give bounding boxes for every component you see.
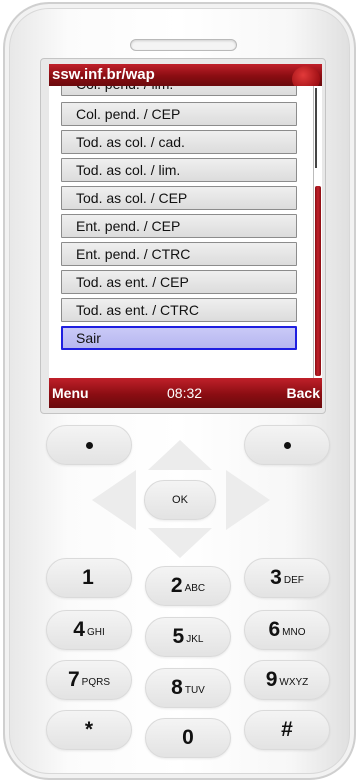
key-digit: 4 xyxy=(73,618,85,641)
ok-button[interactable]: OK xyxy=(144,480,216,520)
nav-up-button[interactable] xyxy=(148,440,212,470)
key-digit: 9 xyxy=(265,668,278,691)
key-letters: TUV xyxy=(184,684,205,696)
menu-list: Col. pend. / lim. Col. pend. / CEP Tod. … xyxy=(49,86,313,378)
menu-item[interactable]: Ent. pend. / CTRC xyxy=(61,242,297,266)
key-digit: 0 xyxy=(182,726,194,749)
menu-item[interactable]: Tod. as col. / lim. xyxy=(61,158,297,182)
key-letters: WXYZ xyxy=(279,676,309,688)
scroll-thumb[interactable] xyxy=(315,186,321,376)
menu-item[interactable]: Tod. as col. / CEP xyxy=(61,186,297,210)
menu-item[interactable]: Ent. pend. / CEP xyxy=(61,214,297,238)
key-3[interactable]: 3 DEF xyxy=(244,558,330,598)
menu-item-selected[interactable]: Sair xyxy=(61,326,297,350)
key-digit: 1 xyxy=(82,566,94,589)
key-2[interactable]: 2 ABC xyxy=(145,566,231,606)
key-5[interactable]: 5 JKL xyxy=(145,617,231,657)
scrollbar[interactable] xyxy=(313,86,322,378)
key-digit: 6 xyxy=(268,618,281,641)
dot-icon xyxy=(283,441,291,449)
key-letters: JKL xyxy=(186,633,204,645)
softkey-bar: Menu 08:32 Back xyxy=(49,378,322,408)
clock: 08:32 xyxy=(167,385,203,401)
key-6[interactable]: 6 MNO xyxy=(244,610,330,650)
key-digit: 3 xyxy=(270,566,282,589)
key-digit: 8 xyxy=(171,676,183,699)
key-0[interactable]: 0 xyxy=(145,718,231,758)
key-9[interactable]: 9 WXYZ xyxy=(244,660,330,700)
left-soft-button[interactable] xyxy=(46,425,132,465)
key-letters: PQRS xyxy=(81,676,111,688)
phone-screen: ssw.inf.br/wap Col. pend. / lim. Col. pe… xyxy=(49,64,322,408)
menu-item[interactable]: Col. pend. / lim. xyxy=(61,86,297,96)
menu-item[interactable]: Tod. as col. / cad. xyxy=(61,130,297,154)
key-digit: 5 xyxy=(172,625,185,648)
key-digit: # xyxy=(281,718,293,741)
key-letters: GHI xyxy=(86,626,105,638)
key-4[interactable]: 4 GHI xyxy=(46,610,132,650)
menu-item[interactable]: Tod. as ent. / CTRC xyxy=(61,298,297,322)
key-digit: * xyxy=(84,718,94,741)
key-8[interactable]: 8 TUV xyxy=(145,668,231,708)
menu-item[interactable]: Tod. as ent. / CEP xyxy=(61,270,297,294)
page-url: ssw.inf.br/wap xyxy=(52,66,155,83)
nav-right-button[interactable] xyxy=(226,470,270,530)
speaker-grille xyxy=(130,39,237,51)
key-letters: MNO xyxy=(282,626,306,638)
scroll-track xyxy=(315,88,321,168)
key-1[interactable]: 1 xyxy=(46,558,132,598)
key-letters: ABC xyxy=(184,582,206,594)
title-bar: ssw.inf.br/wap xyxy=(49,64,322,92)
nav-down-button[interactable] xyxy=(148,528,212,558)
right-soft-button[interactable] xyxy=(244,425,330,465)
key-hash[interactable]: # xyxy=(244,710,330,750)
key-letters: DEF xyxy=(283,574,304,586)
key-digit: 2 xyxy=(170,574,183,597)
back-softkey[interactable]: Back xyxy=(287,378,320,408)
menu-item[interactable]: Col. pend. / CEP xyxy=(61,102,297,126)
key-star[interactable]: * xyxy=(46,710,132,750)
menu-softkey[interactable]: Menu xyxy=(52,378,89,408)
key-digit: 7 xyxy=(67,668,80,691)
dot-icon xyxy=(85,441,93,449)
key-7[interactable]: 7 PQRS xyxy=(46,660,132,700)
nav-left-button[interactable] xyxy=(92,470,136,530)
